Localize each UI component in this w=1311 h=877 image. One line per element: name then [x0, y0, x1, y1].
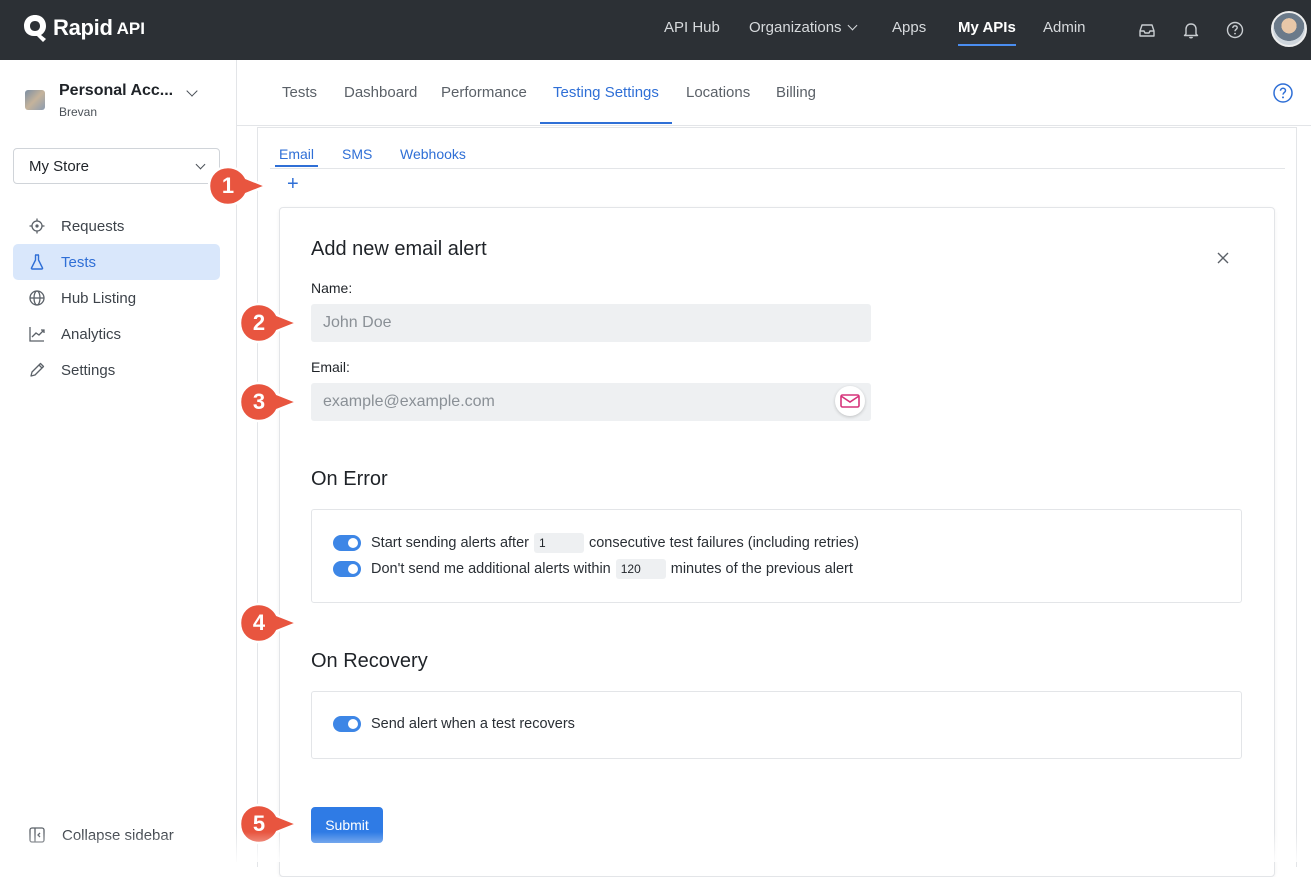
error-cooldown-row: Don't send me additional alerts within m… — [333, 559, 853, 579]
callout-1: 1 — [206, 164, 270, 208]
chart-line-icon — [29, 327, 45, 342]
subtab-webhooks[interactable]: Webhooks — [400, 146, 466, 162]
sidebar-item-tests[interactable]: Tests — [13, 244, 220, 280]
failure-count-input[interactable] — [533, 533, 584, 553]
callout-number: 3 — [252, 389, 266, 414]
callout-number: 2 — [252, 310, 266, 335]
flask-icon — [30, 254, 44, 270]
brand-suffix: API — [116, 19, 145, 38]
tab-billing[interactable]: Billing — [776, 84, 816, 101]
name-label: Name: — [311, 280, 353, 296]
sidebar-item-label: Hub Listing — [61, 289, 137, 307]
sidebar-item-requests[interactable]: Requests — [13, 208, 220, 244]
globe-icon — [29, 290, 45, 306]
store-select[interactable]: My Store — [13, 148, 220, 184]
tab-performance[interactable]: Performance — [441, 84, 527, 101]
help-circle-icon[interactable] — [1272, 82, 1294, 104]
error-cooldown-suffix: minutes of the previous alert — [670, 561, 853, 577]
callout-5: 5 — [237, 802, 301, 846]
account-avatar — [25, 90, 45, 110]
nav-organizations-label: Organizations — [749, 19, 842, 36]
callout-2: 2 — [237, 301, 301, 345]
callout-number: 5 — [252, 811, 266, 836]
callout-number: 1 — [221, 173, 235, 198]
sidebar-item-label: Settings — [61, 361, 116, 379]
on-recovery-title: On Recovery — [311, 650, 428, 672]
sidebar-item-settings[interactable]: Settings — [13, 352, 220, 388]
subtab-email[interactable]: Email — [274, 146, 319, 167]
recovery-label: Send alert when a test recovers — [371, 716, 575, 732]
brand-name: Rapid — [53, 15, 113, 40]
name-input[interactable] — [311, 304, 871, 342]
error-threshold-prefix: Start sending alerts after — [371, 535, 529, 551]
bell-icon[interactable] — [1180, 19, 1202, 41]
error-threshold-suffix: consecutive test failures (including ret… — [588, 535, 859, 551]
on-error-title: On Error — [311, 468, 388, 490]
recovery-toggle[interactable] — [333, 716, 361, 732]
callout-4: 4 — [237, 601, 301, 645]
email-input[interactable] — [311, 383, 871, 421]
help-circle-icon[interactable] — [1224, 19, 1246, 41]
nav-my-apis[interactable]: My APIs — [958, 19, 1016, 46]
subtab-sms[interactable]: SMS — [342, 146, 372, 162]
close-icon[interactable] — [1215, 250, 1231, 266]
sidebar-item-label: Analytics — [61, 325, 122, 343]
email-label: Email: — [311, 359, 350, 375]
on-error-box — [311, 509, 1242, 603]
top-navigation-bar: Rapid API API Hub Organizations Apps My … — [0, 0, 1311, 60]
recovery-row: Send alert when a test recovers — [333, 716, 575, 732]
nav-organizations[interactable]: Organizations — [749, 19, 858, 36]
cooldown-minutes-input[interactable] — [615, 559, 666, 579]
collapse-sidebar-icon — [29, 827, 45, 843]
collapse-sidebar-button[interactable]: Collapse sidebar — [28, 826, 174, 844]
chevron-down-icon[interactable] — [186, 85, 198, 97]
inbox-icon[interactable] — [1136, 19, 1158, 41]
nav-apps[interactable]: Apps — [892, 19, 926, 36]
tab-tests[interactable]: Tests — [282, 84, 317, 101]
chevron-down-icon — [195, 159, 206, 170]
account-sub: Brevan — [59, 105, 98, 119]
store-select-value: My Store — [29, 158, 90, 175]
sidebar-item-hub-listing[interactable]: Hub Listing — [13, 280, 220, 316]
nav-api-hub[interactable]: API Hub — [664, 19, 720, 36]
form-title: Add new email alert — [311, 238, 487, 260]
error-cooldown-prefix: Don't send me additional alerts within — [371, 561, 611, 577]
user-avatar[interactable] — [1271, 11, 1307, 47]
submit-button[interactable]: Submit — [311, 807, 383, 843]
rapidapi-logo[interactable]: Rapid API — [22, 13, 145, 43]
chevron-down-icon — [847, 20, 858, 31]
sidebar: Personal Acc... Brevan My Store Requests… — [0, 60, 237, 862]
sidebar-item-analytics[interactable]: Analytics — [13, 316, 220, 352]
error-threshold-toggle[interactable] — [333, 535, 361, 551]
nav-admin[interactable]: Admin — [1043, 19, 1086, 36]
tab-testing-settings[interactable]: Testing Settings — [540, 84, 672, 124]
sidebar-item-label: Tests — [61, 253, 97, 271]
callout-number: 4 — [252, 610, 266, 635]
error-cooldown-toggle[interactable] — [333, 561, 361, 577]
callout-3: 3 — [237, 380, 301, 424]
envelope-icon — [840, 394, 860, 408]
sidebar-item-label: Requests — [61, 217, 125, 235]
email-autofill-icon[interactable] — [835, 386, 865, 416]
tab-dashboard[interactable]: Dashboard — [344, 84, 417, 101]
main-tabs: Tests Dashboard Performance Testing Sett… — [237, 60, 1311, 126]
subtab-divider — [270, 168, 1285, 169]
add-alert-button[interactable]: + — [287, 174, 299, 194]
error-threshold-row: Start sending alerts after consecutive t… — [333, 533, 859, 553]
rapidapi-logo-icon — [24, 15, 46, 42]
requests-icon — [29, 218, 45, 234]
collapse-sidebar-label: Collapse sidebar — [62, 826, 174, 844]
pencil-icon — [30, 362, 45, 377]
tab-locations[interactable]: Locations — [686, 84, 750, 101]
account-name[interactable]: Personal Acc... — [59, 82, 173, 100]
